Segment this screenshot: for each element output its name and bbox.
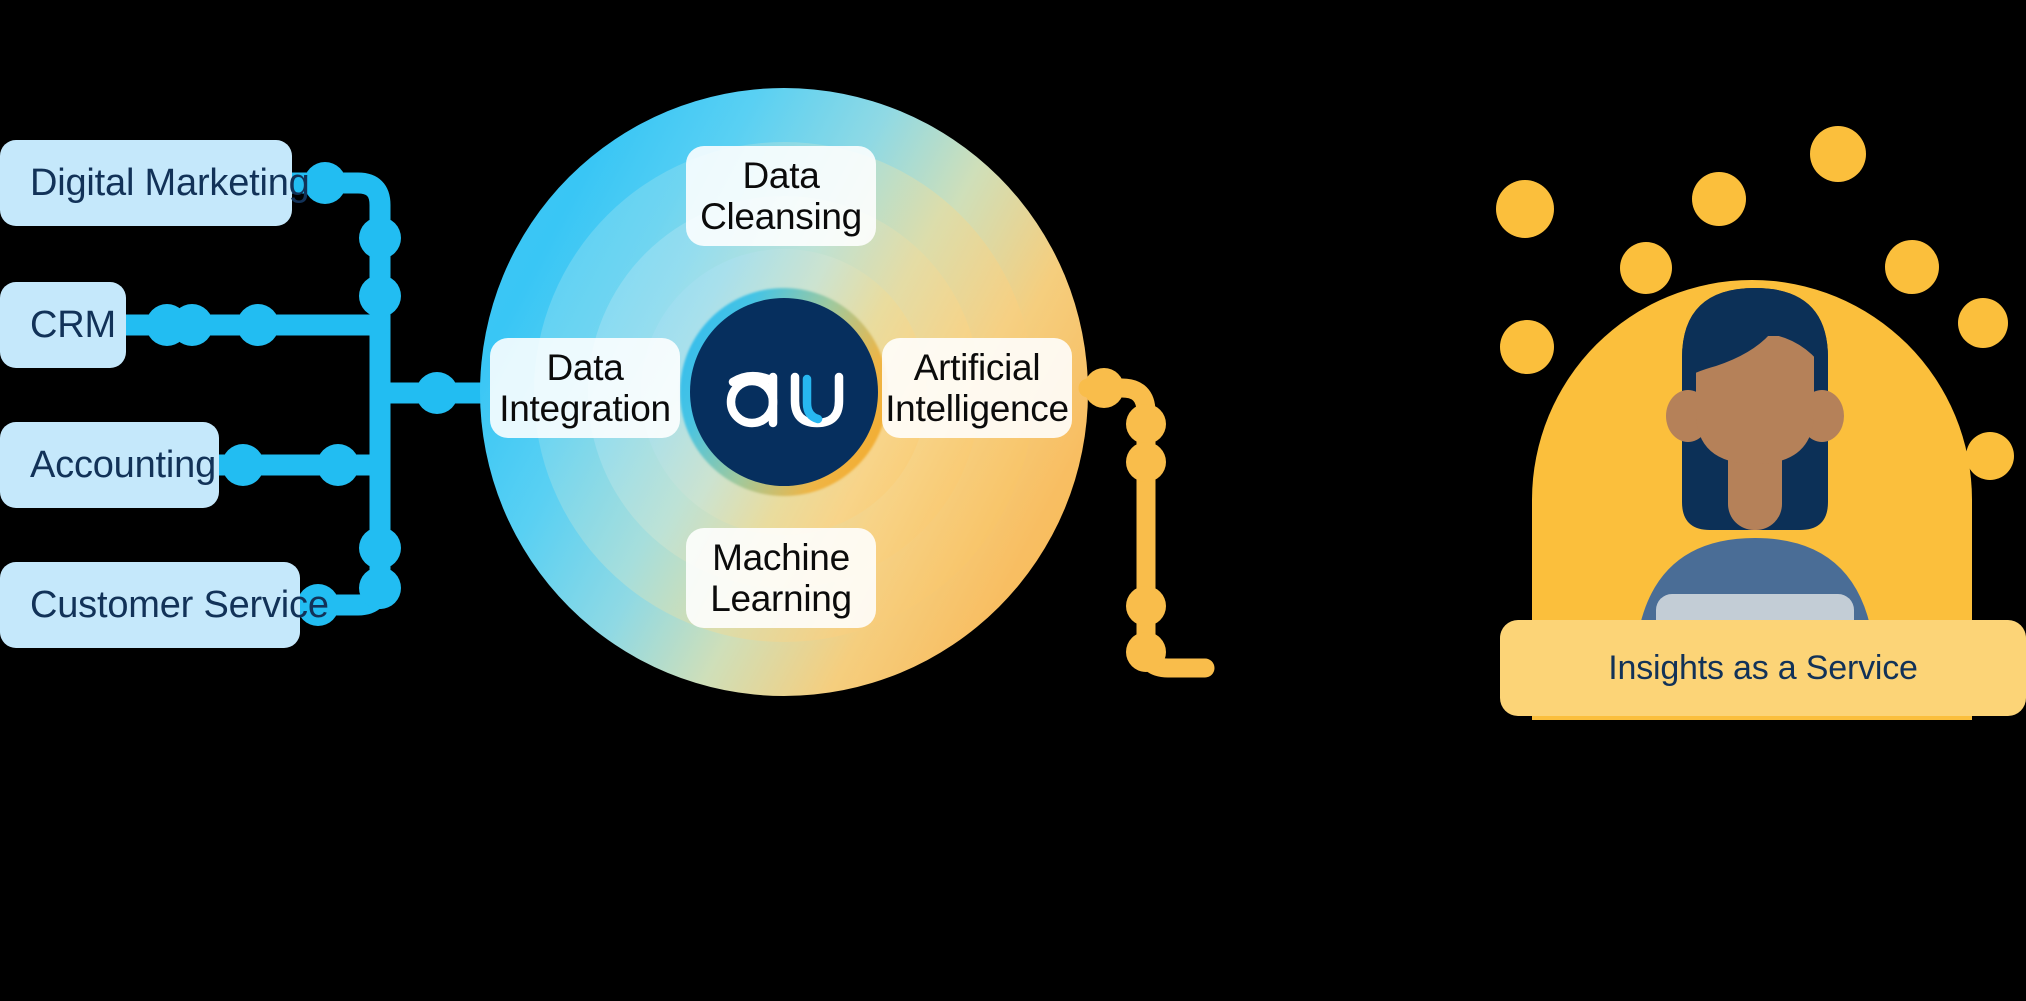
capability-card-artificial-intelligence[interactable]: Artificial Intelligence — [882, 338, 1072, 438]
decor-dot — [1966, 432, 2014, 480]
capability-line-2: Intelligence — [885, 388, 1069, 429]
source-label: CRM — [30, 303, 116, 346]
decor-dot — [1958, 298, 2008, 348]
output-label: Insights as a Service — [1608, 648, 1918, 687]
decor-dot — [1692, 172, 1746, 226]
decor-dot — [1500, 320, 1554, 374]
source-pill-digital-marketing[interactable]: Digital Marketing — [0, 140, 310, 226]
capability-line-1: Artificial — [913, 346, 1041, 388]
capability-card-machine-learning[interactable]: Machine Learning — [686, 528, 876, 628]
source-label: Accounting — [30, 443, 217, 486]
decor-dot — [1810, 126, 1866, 182]
capability-card-data-integration[interactable]: Data Integration — [490, 338, 680, 438]
capability-line-2: Cleansing — [700, 196, 862, 237]
source-pill-accounting[interactable]: Accounting — [0, 422, 219, 508]
source-pill-customer-service[interactable]: Customer Service — [0, 562, 329, 648]
capability-line-1: Data — [742, 154, 820, 196]
capability-line-2: Integration — [499, 388, 671, 429]
source-label: Customer Service — [30, 583, 329, 626]
person-figure — [1634, 288, 1876, 682]
diagram-canvas: Digital Marketing CRM Accounting Custome… — [0, 0, 2026, 1001]
capability-card-data-cleansing[interactable]: Data Cleansing — [686, 146, 876, 246]
decor-dot — [1885, 240, 1939, 294]
output-connector-nodes — [1084, 368, 1166, 672]
au-logomark-icon — [726, 371, 844, 428]
source-pill-crm[interactable]: CRM — [0, 282, 126, 368]
au-accent-stroke — [802, 374, 823, 424]
capability-line-1: Data — [546, 346, 624, 388]
decor-dot — [1496, 180, 1554, 238]
source-label: Digital Marketing — [30, 161, 310, 204]
capability-line-2: Learning — [710, 578, 852, 619]
illustration-person-at-laptop — [1480, 120, 2026, 720]
input-connector-nodes — [146, 162, 458, 626]
output-pill-insights-as-a-service[interactable]: Insights as a Service — [1500, 620, 2026, 716]
brand-logo — [690, 298, 878, 486]
capability-line-1: Machine — [712, 536, 850, 578]
